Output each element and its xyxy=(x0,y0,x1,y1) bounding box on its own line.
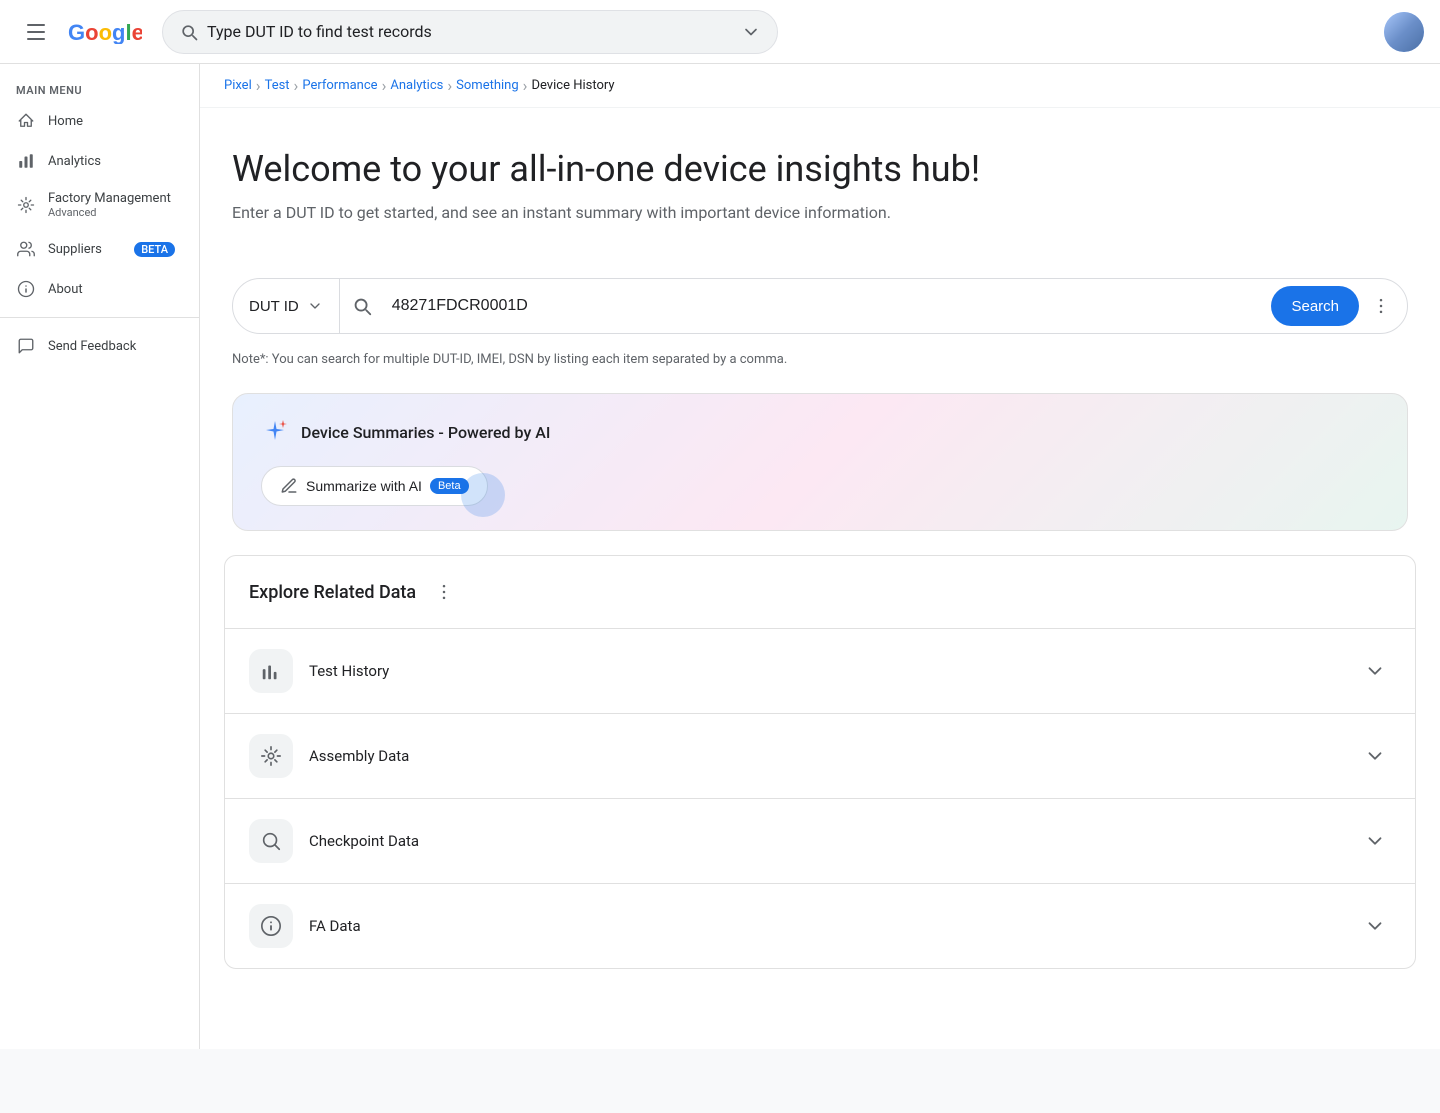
topbar-search-bar[interactable]: Type DUT ID to find test records xyxy=(162,10,778,54)
suppliers-badge: BETA xyxy=(134,242,175,257)
breadcrumb-sep-2: › xyxy=(294,76,299,95)
search-note: Note*: You can search for multiple DUT-I… xyxy=(200,342,1440,377)
explore-item-assembly[interactable]: Assembly Data xyxy=(225,714,1415,799)
feedback-icon xyxy=(16,336,36,356)
fa-chevron xyxy=(1359,910,1391,942)
breadcrumb-current: Device History xyxy=(531,78,614,93)
sidebar-factory-label: Factory Management xyxy=(48,191,175,206)
sidebar-factory-sub: Advanced xyxy=(48,206,175,219)
analytics-icon xyxy=(16,151,36,171)
sidebar-section-label: Main Menu xyxy=(0,76,199,101)
sidebar-item-factory[interactable]: Factory Management Advanced xyxy=(0,181,191,229)
explore-item-checkpoint[interactable]: Checkpoint Data xyxy=(225,799,1415,884)
sidebar-item-home[interactable]: Home xyxy=(0,101,191,141)
hero-section: Welcome to your all-in-one device insigh… xyxy=(200,108,1440,278)
breadcrumb-sep-3: › xyxy=(382,76,387,95)
svg-text:Google: Google xyxy=(68,20,142,44)
sidebar-item-feedback[interactable]: Send Feedback xyxy=(0,326,191,366)
fa-label: FA Data xyxy=(309,917,1359,935)
breadcrumb: Pixel › Test › Performance › Analytics ›… xyxy=(200,64,1440,108)
explore-section: Explore Related Data xyxy=(224,555,1416,969)
main-search-section: DUT ID Search xyxy=(200,278,1440,334)
breadcrumb-something[interactable]: Something xyxy=(456,78,518,93)
layout: Main Menu Home Analytics Factory Managem… xyxy=(0,64,1440,1049)
ai-sparkle-icon xyxy=(261,418,289,446)
chevron-down-icon xyxy=(741,22,761,42)
breadcrumb-analytics[interactable]: Analytics xyxy=(390,78,443,93)
ai-card-header: Device Summaries - Powered by AI xyxy=(261,418,1379,446)
home-icon xyxy=(16,111,36,131)
summarize-button[interactable]: Summarize with AI Beta xyxy=(261,466,488,506)
factory-icon xyxy=(16,195,36,215)
sidebar-suppliers-label: Suppliers xyxy=(48,242,102,257)
more-options-button[interactable] xyxy=(1363,288,1399,324)
sidebar-item-analytics[interactable]: Analytics xyxy=(0,141,191,181)
sidebar-feedback-label: Send Feedback xyxy=(48,339,136,354)
search-button[interactable]: Search xyxy=(1271,286,1359,326)
hero-title: Welcome to your all-in-one device insigh… xyxy=(232,148,1408,191)
more-vert-icon xyxy=(1371,296,1391,316)
pencil-icon xyxy=(280,477,298,495)
search-icon xyxy=(179,22,199,42)
test-history-chevron xyxy=(1359,655,1391,687)
hamburger-button[interactable] xyxy=(16,12,56,52)
checkpoint-chevron xyxy=(1359,825,1391,857)
test-history-label: Test History xyxy=(309,662,1359,680)
checkpoint-label: Checkpoint Data xyxy=(309,832,1359,850)
sidebar-item-about[interactable]: About xyxy=(0,269,191,309)
cursor-ripple xyxy=(461,473,505,517)
avatar[interactable] xyxy=(1384,12,1424,52)
hero-subtitle: Enter a DUT ID to get started, and see a… xyxy=(232,203,1408,222)
explore-item-fa[interactable]: FA Data xyxy=(225,884,1415,968)
about-icon xyxy=(16,279,36,299)
explore-header: Explore Related Data xyxy=(225,556,1415,629)
checkpoint-icon xyxy=(249,819,293,863)
breadcrumb-pixel[interactable]: Pixel xyxy=(224,78,252,93)
sidebar-divider xyxy=(0,317,199,318)
sidebar-home-label: Home xyxy=(48,114,83,129)
sidebar-analytics-label: Analytics xyxy=(48,154,101,169)
chevron-down-icon xyxy=(307,298,323,314)
assembly-chevron xyxy=(1359,740,1391,772)
breadcrumb-sep-4: › xyxy=(447,76,452,95)
test-history-icon xyxy=(249,649,293,693)
search-icon-wrap xyxy=(340,284,384,328)
sidebar-about-label: About xyxy=(48,282,83,297)
breadcrumb-sep-1: › xyxy=(256,76,261,95)
sidebar-item-suppliers[interactable]: Suppliers BETA xyxy=(0,229,191,269)
google-logo: Google xyxy=(68,20,142,44)
main-search-row: DUT ID Search xyxy=(232,278,1408,334)
more-vert-icon xyxy=(434,582,454,602)
search-icon xyxy=(351,295,373,317)
breadcrumb-performance[interactable]: Performance xyxy=(302,78,377,93)
assembly-label: Assembly Data xyxy=(309,747,1359,765)
fa-icon xyxy=(249,904,293,948)
explore-title: Explore Related Data xyxy=(249,582,416,603)
hamburger-icon xyxy=(27,24,45,40)
ai-card: Device Summaries - Powered by AI Summari… xyxy=(232,393,1408,531)
dut-id-dropdown[interactable]: DUT ID xyxy=(233,279,340,333)
avatar-image xyxy=(1384,12,1424,52)
main-content: Pixel › Test › Performance › Analytics ›… xyxy=(200,64,1440,1049)
assembly-icon xyxy=(249,734,293,778)
explore-item-test-history[interactable]: Test History xyxy=(225,629,1415,714)
dut-id-input[interactable] xyxy=(384,297,1272,315)
sidebar: Main Menu Home Analytics Factory Managem… xyxy=(0,64,200,1049)
topbar-search-text: Type DUT ID to find test records xyxy=(207,22,733,41)
breadcrumb-test[interactable]: Test xyxy=(265,78,290,93)
ai-card-title: Device Summaries - Powered by AI xyxy=(301,423,550,442)
breadcrumb-sep-5: › xyxy=(523,76,528,95)
topbar: Google Type DUT ID to find test records xyxy=(0,0,1440,64)
suppliers-icon xyxy=(16,239,36,259)
summarize-label: Summarize with AI xyxy=(306,478,422,494)
explore-more-button[interactable] xyxy=(428,576,460,608)
google-logo-svg: Google xyxy=(68,20,142,44)
dut-id-label: DUT ID xyxy=(249,298,299,315)
